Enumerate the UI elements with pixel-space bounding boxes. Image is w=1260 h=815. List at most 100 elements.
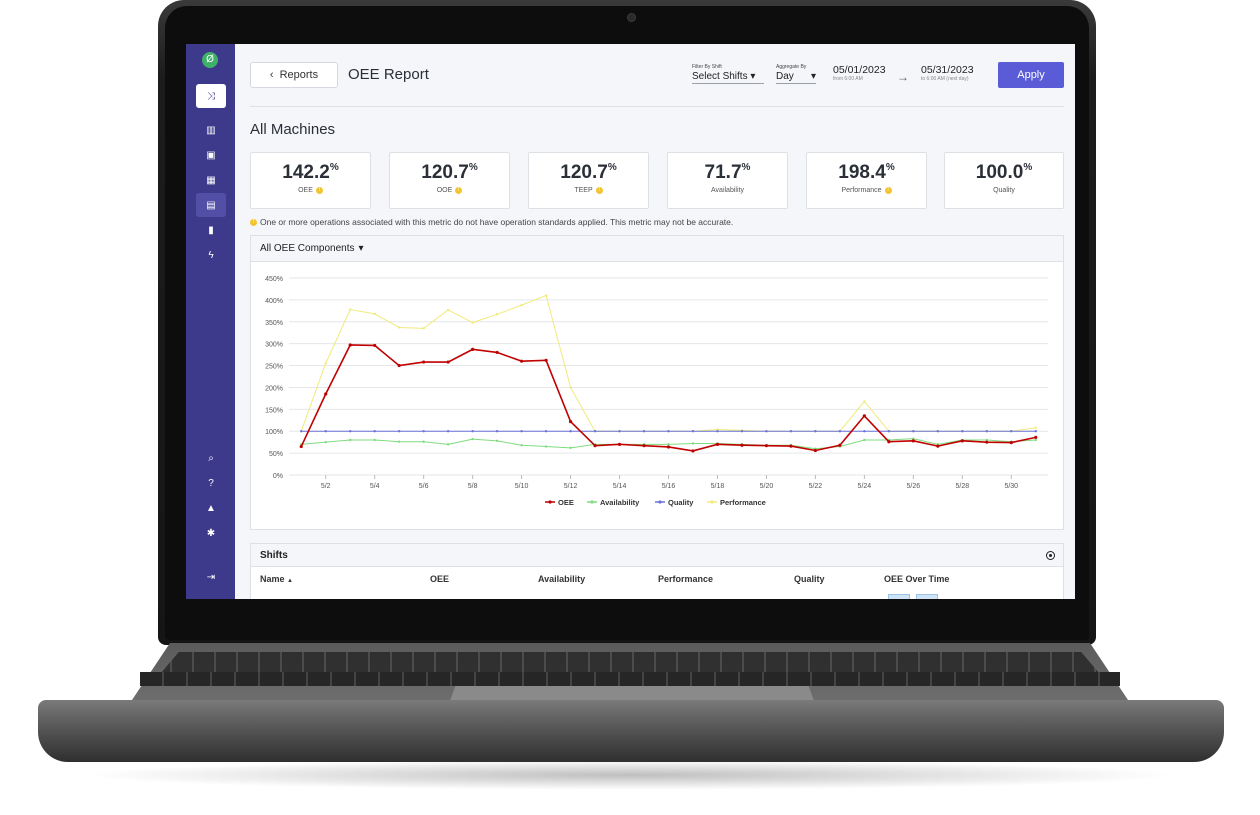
sparkline-thumbnail: [888, 594, 910, 599]
lightning-icon[interactable]: ϟ: [196, 243, 226, 267]
data-point-oee: [446, 360, 450, 364]
legend-label: OEE: [558, 498, 574, 507]
metric-label: Availability: [711, 187, 744, 194]
warning-icon: !: [884, 187, 892, 194]
data-point-availability: [349, 438, 352, 442]
data-point-availability: [422, 440, 425, 443]
logout-icon[interactable]: ⇥: [196, 565, 226, 589]
data-point-quality: [887, 430, 891, 433]
apply-button[interactable]: Apply: [998, 62, 1064, 88]
y-tick-label: 200%: [265, 385, 283, 392]
report-icon[interactable]: ▤: [196, 193, 226, 217]
metric-card-availability[interactable]: 71.7% Availability: [667, 152, 788, 209]
data-point-quality: [300, 430, 303, 433]
factory-icon[interactable]: ▥: [196, 118, 226, 142]
data-point-availability: [324, 440, 327, 444]
metric-card-performance[interactable]: 198.4% Performance!: [806, 152, 927, 209]
data-point-performance: [324, 362, 327, 365]
x-tick-label: 5/4: [370, 483, 380, 490]
id-card-icon[interactable]: ▣: [196, 143, 226, 167]
metric-label: Performance!: [807, 187, 926, 194]
data-point-oee: [617, 442, 622, 446]
legend-marker: [658, 500, 662, 504]
data-point-quality: [691, 430, 695, 433]
legend-label: Availability: [600, 498, 640, 507]
data-point-oee: [936, 444, 940, 448]
data-point-oee: [568, 419, 573, 424]
metric-card-ooe[interactable]: 120.7% OOE!: [389, 152, 510, 209]
column-header-oee-over-time[interactable]: OEE Over Time: [884, 574, 949, 584]
data-point-quality: [397, 430, 401, 433]
header-divider: [250, 106, 1064, 107]
toolbar: ‹ Reports OEE Report Filter By Shift Sel…: [250, 62, 1064, 90]
bar-chart-icon[interactable]: ▮: [196, 218, 226, 242]
shift-filter[interactable]: Filter By Shift Select Shifts ▾: [692, 64, 764, 84]
shuffle-icon[interactable]: ⤨: [196, 84, 226, 108]
data-point-quality: [667, 430, 670, 433]
data-point-oee: [960, 439, 964, 443]
end-date[interactable]: 05/31/2023 to 6:00 AM (next day): [921, 64, 974, 82]
data-point-availability: [691, 442, 695, 445]
data-point-performance: [446, 308, 450, 312]
metric-label: OOE!: [390, 187, 509, 194]
start-date-value: 05/01/2023: [833, 64, 886, 76]
metric-card-teep[interactable]: 120.7% TEEP!: [528, 152, 649, 209]
y-tick-label: 0%: [273, 473, 283, 480]
shift-filter-select[interactable]: Select Shifts ▾: [692, 71, 764, 84]
shifts-title: Shifts: [260, 549, 288, 561]
data-point-oee: [715, 442, 720, 446]
aggregate-select[interactable]: Day ▾: [776, 71, 816, 84]
lock-icon[interactable]: ▲: [196, 496, 226, 520]
calendar-icon[interactable]: ▦: [196, 168, 226, 192]
app-logo[interactable]: Ø: [202, 52, 218, 68]
back-to-reports-button[interactable]: ‹ Reports: [250, 62, 338, 88]
data-point-quality: [740, 430, 744, 433]
metric-card-quality[interactable]: 100.0% Quality: [944, 152, 1064, 209]
data-point-quality: [912, 430, 915, 433]
data-point-quality: [961, 430, 964, 433]
x-tick-label: 5/14: [613, 483, 627, 490]
chart-component-label: All OEE Components: [260, 243, 355, 254]
chevron-left-icon: ‹: [269, 69, 274, 81]
data-point-performance: [1034, 426, 1037, 429]
legend-label: Performance: [720, 498, 766, 507]
x-tick-label: 5/28: [955, 483, 969, 490]
data-point-quality: [495, 430, 499, 433]
column-header-oee[interactable]: OEE: [430, 574, 449, 584]
legend-marker: [548, 500, 552, 504]
y-tick-label: 350%: [265, 320, 283, 327]
x-tick-label: 5/8: [468, 483, 478, 490]
data-point-oee: [789, 444, 793, 448]
data-point-oee: [838, 443, 842, 447]
x-tick-label: 5/20: [760, 483, 774, 490]
data-point-quality: [446, 430, 450, 433]
column-header-name[interactable]: Name ▲: [260, 574, 293, 584]
chart-component-dropdown[interactable]: All OEE Components ▾: [251, 236, 1063, 262]
search-icon[interactable]: ⌕: [196, 446, 226, 470]
y-tick-label: 400%: [265, 298, 283, 305]
data-point-oee: [985, 440, 989, 444]
gear-icon[interactable]: ✱: [196, 521, 226, 545]
help-icon[interactable]: ?: [196, 471, 226, 495]
column-header-quality[interactable]: Quality: [794, 574, 825, 584]
data-point-performance: [471, 321, 474, 324]
data-point-oee: [740, 443, 744, 447]
start-date[interactable]: 05/01/2023 from 6:00 AM: [833, 64, 886, 82]
data-point-performance: [397, 326, 401, 329]
x-tick-label: 5/30: [1004, 483, 1018, 490]
data-point-availability: [520, 444, 523, 447]
aggregate-filter[interactable]: Aggregate By Day ▾: [776, 64, 816, 84]
x-tick-label: 5/24: [858, 483, 872, 490]
data-point-quality: [422, 430, 425, 433]
y-tick-label: 100%: [265, 429, 283, 436]
column-header-availability[interactable]: Availability: [538, 574, 585, 584]
column-header-performance[interactable]: Performance: [658, 574, 713, 584]
x-tick-label: 5/26: [907, 483, 921, 490]
column-settings-icon[interactable]: [1046, 551, 1055, 560]
data-point-oee: [911, 439, 915, 443]
keyboard-row: [140, 672, 1120, 686]
data-point-oee: [813, 448, 818, 453]
metric-card-oee[interactable]: 142.2% OEE!: [250, 152, 371, 209]
data-point-quality: [349, 430, 352, 433]
data-point-quality: [936, 430, 940, 433]
